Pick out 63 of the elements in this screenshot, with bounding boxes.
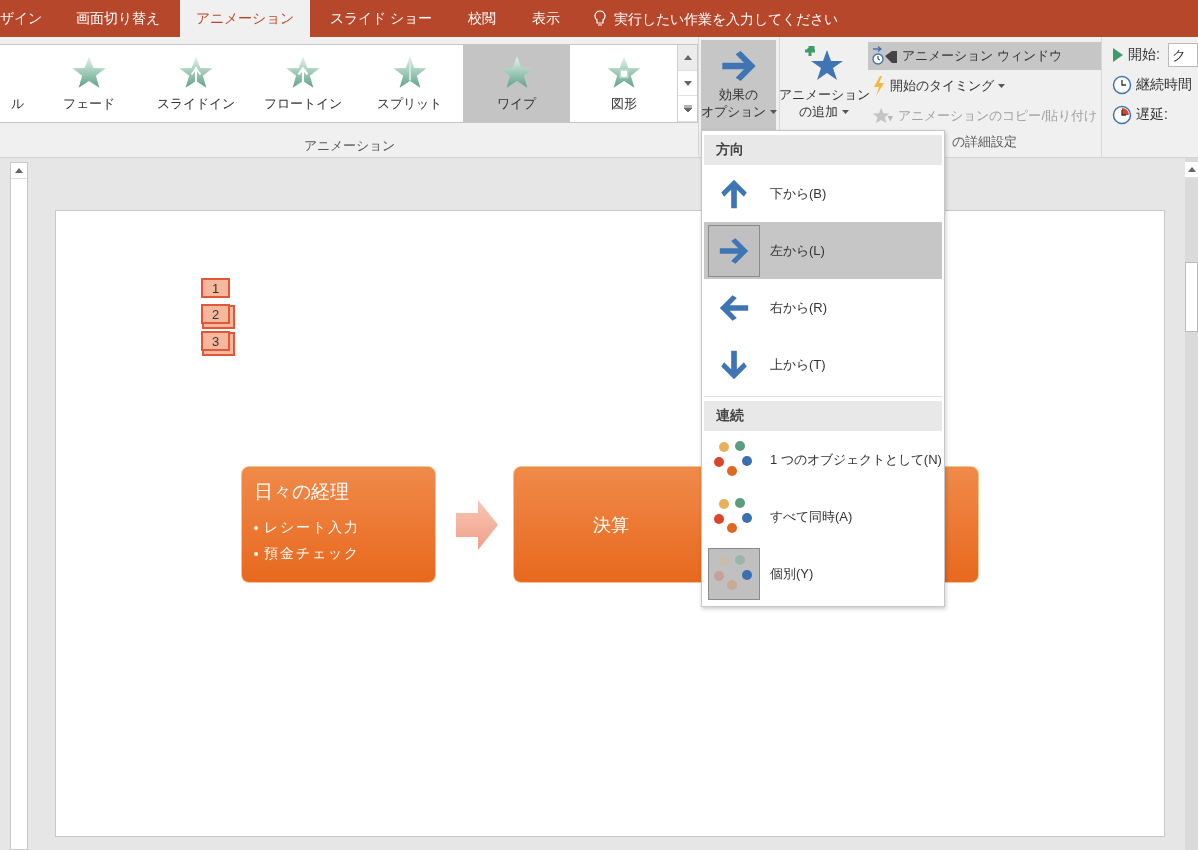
timing-label: 遅延:: [1136, 106, 1168, 124]
box-title: 日々の経理: [254, 480, 349, 504]
bullet-text: 預金チェック: [264, 545, 360, 563]
chevron-arrow-shape: [456, 500, 498, 550]
trigger-button[interactable]: 開始のタイミング: [868, 72, 1102, 100]
animation-pane-button[interactable]: アニメーション ウィンドウ: [868, 42, 1102, 70]
menu-heading: 連続: [704, 401, 942, 431]
thumbnail-scrollbar[interactable]: [10, 162, 28, 850]
up-triangle-icon: [15, 168, 23, 173]
timing-label: 継続時間: [1136, 76, 1193, 94]
ribbon-tab[interactable]: アニメーション: [180, 0, 310, 37]
ribbon-tab[interactable]: スライド ショー: [314, 0, 448, 37]
animation-gallery-item[interactable]: 図形: [570, 45, 677, 122]
scroll-thumb[interactable]: [1185, 262, 1198, 332]
ribbon-tab[interactable]: 画面切り替え: [60, 0, 176, 37]
vertical-scrollbar[interactable]: [1185, 158, 1198, 850]
tell-me-field[interactable]: 実行したい作業を入力してください: [611, 9, 912, 28]
bullet-text: レシート入力: [264, 519, 360, 537]
caret-icon: [769, 109, 777, 114]
group-label: の詳細設定: [951, 133, 1019, 151]
animation-order-tag[interactable]: 1: [201, 278, 230, 298]
animation-gallery-item[interactable]: ワイプ: [463, 45, 570, 122]
bullet-icon: [254, 526, 258, 530]
lightbulb-icon: [593, 10, 606, 27]
animation-gallery-item[interactable]: スライドイン: [142, 45, 249, 122]
animation-gallery-item[interactable]: スプリット: [356, 45, 463, 122]
up-triangle-icon: [683, 54, 692, 60]
ribbon-tab[interactable]: 校閲: [451, 0, 512, 37]
menu-item[interactable]: 下から(B): [704, 165, 942, 222]
menu-item[interactable]: 1 つのオブジェクトとして(N): [704, 431, 942, 488]
group-label: アニメーション: [302, 137, 396, 155]
effect-options-button[interactable]: 効果の オプション: [701, 40, 776, 130]
ribbon-tab[interactable]: 表示: [515, 0, 576, 37]
menu-item[interactable]: すべて同時(A): [704, 488, 942, 545]
animation-gallery-item[interactable]: フロートイン: [249, 45, 356, 122]
animation-pane-icon: [872, 46, 899, 66]
play-icon: [1112, 48, 1125, 62]
up-triangle-icon: [1187, 167, 1196, 172]
menu-item[interactable]: 上から(T): [704, 336, 942, 393]
dots-icon: [714, 497, 754, 536]
animation-gallery-item[interactable]: ル: [0, 45, 35, 122]
gallery-scroll-up-button[interactable]: [678, 45, 697, 71]
caret-icon: [842, 109, 850, 114]
menu-item[interactable]: 左から(L): [704, 222, 942, 279]
lightning-icon: [872, 76, 887, 96]
painter-stars-icon: [872, 106, 895, 126]
caret-icon: [998, 84, 1006, 88]
dots-icon: [714, 440, 754, 479]
start-field[interactable]: ク: [1168, 43, 1198, 67]
down-triangle-icon: [683, 80, 692, 86]
animation-gallery-item[interactable]: フェード: [35, 45, 142, 122]
dots-icon: [714, 554, 754, 593]
add-animation-button[interactable]: アニメーション の追加: [782, 40, 867, 130]
menu-item[interactable]: 個別(Y): [704, 545, 942, 602]
menu-item[interactable]: 右から(R): [704, 279, 942, 336]
bullet-icon: [254, 552, 258, 556]
timing-label: 開始:: [1128, 46, 1160, 64]
box-text: 決算: [593, 513, 629, 537]
delay-clock-icon: [1112, 105, 1133, 125]
ribbon-tab[interactable]: ザイン: [0, 0, 56, 37]
more-icon: [683, 104, 692, 113]
menu-heading: 方向: [704, 135, 942, 165]
clock-icon: [1112, 75, 1133, 95]
